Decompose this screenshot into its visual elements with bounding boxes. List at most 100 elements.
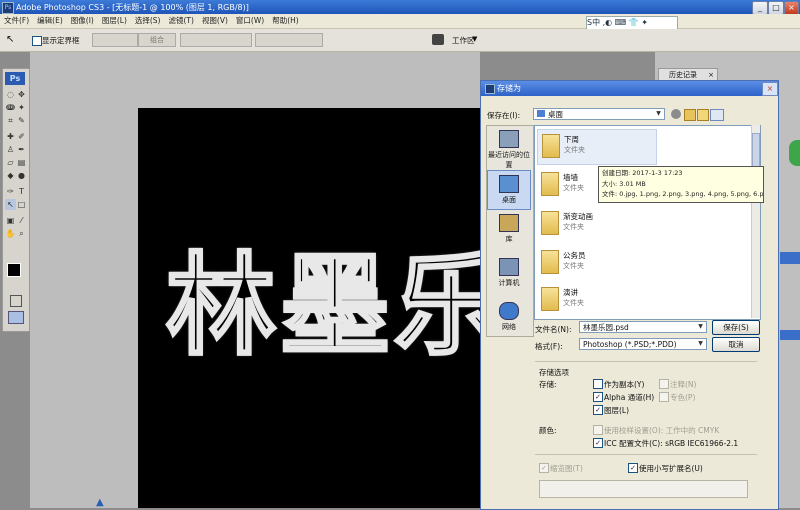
- thumbnail-label: 缩览图(T): [550, 464, 583, 473]
- align-buttons-group[interactable]: [92, 33, 138, 47]
- hand-tool-icon[interactable]: ✋: [5, 228, 16, 239]
- library-icon: [499, 214, 519, 232]
- file-name: 下周: [564, 135, 579, 144]
- menu-edit[interactable]: 编辑(E): [33, 14, 67, 28]
- save-options-title: 存储选项: [539, 368, 569, 377]
- file-type: 文件夹: [563, 223, 584, 231]
- history-brush-icon[interactable]: ✒: [16, 144, 27, 155]
- menu-file[interactable]: 文件(F): [0, 14, 33, 28]
- panel-highlight: [780, 252, 800, 264]
- path-select-icon[interactable]: ↖: [5, 199, 16, 210]
- shape-tool-icon[interactable]: □: [16, 199, 27, 210]
- file-list-scrollbar[interactable]: [751, 125, 760, 318]
- filename-input[interactable]: 林墨乐园.psd ▼: [579, 321, 707, 333]
- canvas-text-layer: 林墨乐园: [165, 241, 481, 372]
- menu-layer[interactable]: 图层(L): [98, 14, 131, 28]
- as-copy-checkbox[interactable]: [593, 379, 603, 389]
- auto-select-checkbox[interactable]: [32, 36, 42, 46]
- distribute-buttons-group[interactable]: [180, 33, 252, 47]
- place-label: 桌面: [502, 196, 516, 204]
- maximize-button[interactable]: □: [768, 1, 784, 15]
- bridge-icon[interactable]: [432, 34, 444, 45]
- menu-window[interactable]: 窗口(W): [232, 14, 268, 28]
- folder-icon: [541, 250, 559, 274]
- green-side-widget[interactable]: [789, 140, 800, 166]
- notes-label: 注释(N): [670, 380, 697, 389]
- up-folder-icon[interactable]: [684, 109, 696, 121]
- group-button[interactable]: 组合: [138, 33, 176, 47]
- place-label: 最近访问的位置: [488, 151, 530, 169]
- proof-checkbox[interactable]: [593, 425, 603, 435]
- spot-checkbox[interactable]: [659, 392, 669, 402]
- spot-label: 专色(P): [670, 393, 696, 402]
- menu-help[interactable]: 帮助(H): [268, 14, 303, 28]
- place-desktop[interactable]: 桌面: [487, 170, 531, 210]
- lasso-tool-icon[interactable]: ↈ: [5, 102, 16, 113]
- list-item[interactable]: 演讲 文件夹: [537, 283, 657, 319]
- layers-checkbox[interactable]: ✓: [593, 405, 603, 415]
- ime-toolbar[interactable]: S中 ,◐ ⌨ 👕 ✦: [586, 16, 678, 30]
- alpha-checkbox[interactable]: ✓: [593, 392, 603, 402]
- eraser-tool-icon[interactable]: ▱: [5, 157, 16, 168]
- brush-tool-icon[interactable]: ✐: [16, 131, 27, 142]
- close-button[interactable]: ×: [784, 1, 799, 15]
- tooltip-files: 文件: 0.jpg, 1.png, 2.png, 3.png, 4.png, 5…: [602, 190, 764, 198]
- tools-panel: Ps ◌ ✥ ↈ ✦ ⌗ ✎ ✚ ✐ ♙ ✒ ▱ ▤ ◆ ● ✑ T ↖ □ ▣…: [2, 68, 30, 332]
- file-name: 公务员: [563, 251, 586, 260]
- stamp-tool-icon[interactable]: ♙: [5, 144, 16, 155]
- file-type: 文件夹: [563, 262, 584, 270]
- format-dropdown[interactable]: Photoshop (*.PSD;*.PDD) ▼: [579, 338, 707, 350]
- save-label: 存储:: [539, 380, 557, 389]
- document-canvas[interactable]: 林墨乐园: [138, 108, 480, 508]
- eyedropper-icon[interactable]: ⁄: [16, 215, 27, 226]
- list-item[interactable]: 公务员 文件夹: [537, 246, 657, 282]
- thumbnail-checkbox[interactable]: ✓: [539, 463, 549, 473]
- back-icon[interactable]: [671, 109, 681, 119]
- slice-tool-icon[interactable]: ✎: [16, 115, 27, 126]
- crop-tool-icon[interactable]: ⌗: [5, 115, 16, 126]
- notes-tool-icon[interactable]: ▣: [5, 215, 16, 226]
- warning-area: [539, 480, 748, 498]
- distribute-buttons-group-2[interactable]: [255, 33, 323, 47]
- icc-checkbox[interactable]: ✓: [593, 438, 603, 448]
- place-recent[interactable]: 最近访问的位置: [487, 130, 531, 170]
- marquee-tool-icon[interactable]: ◌: [5, 89, 16, 100]
- place-computer[interactable]: 计算机: [487, 258, 531, 298]
- zoom-tool-icon[interactable]: ⌕: [16, 228, 27, 239]
- list-item[interactable]: 渐变动画 文件夹: [537, 207, 657, 243]
- place-libraries[interactable]: 库: [487, 214, 531, 254]
- healing-brush-icon[interactable]: ✚: [5, 131, 16, 142]
- view-menu-icon[interactable]: [710, 109, 724, 121]
- move-tool-icon[interactable]: ↖: [6, 34, 14, 45]
- foreground-color-swatch[interactable]: [7, 263, 21, 277]
- screen-mode-icon[interactable]: [8, 311, 24, 324]
- folder-icon: [542, 134, 560, 158]
- menu-image[interactable]: 图像(I): [67, 14, 98, 28]
- dialog-close-button[interactable]: ×: [762, 82, 778, 96]
- list-item[interactable]: 下周 文件夹: [537, 129, 657, 165]
- save-button[interactable]: 保存(S): [712, 320, 760, 335]
- menu-view[interactable]: 视图(V): [198, 14, 232, 28]
- menu-select[interactable]: 选择(S): [131, 14, 165, 28]
- notes-checkbox[interactable]: [659, 379, 669, 389]
- network-icon: [499, 302, 519, 320]
- minimize-button[interactable]: _: [752, 1, 768, 15]
- save-in-dropdown[interactable]: 桌面 ▼: [533, 108, 665, 120]
- place-network[interactable]: 网络: [487, 302, 531, 342]
- magic-wand-icon[interactable]: ✦: [16, 102, 27, 113]
- menu-filter[interactable]: 滤镜(T): [165, 14, 198, 28]
- pen-tool-icon[interactable]: ✑: [5, 186, 16, 197]
- quick-mask-icon[interactable]: [10, 295, 22, 307]
- places-bar: 最近访问的位置 桌面 库 计算机 网络: [486, 125, 534, 337]
- type-tool-icon[interactable]: T: [16, 186, 27, 197]
- lowercase-ext-checkbox[interactable]: ✓: [628, 463, 638, 473]
- gradient-tool-icon[interactable]: ▤: [16, 157, 27, 168]
- move-tool-icon[interactable]: ✥: [16, 89, 27, 100]
- cancel-button[interactable]: 取消: [712, 337, 760, 352]
- place-label: 库: [505, 235, 513, 243]
- file-list[interactable]: 下周 文件夹 墙墙 文件夹 渐变动画 文件夹 公务员 文件夹 演讲 文件夹: [534, 125, 761, 320]
- new-folder-icon[interactable]: [697, 109, 709, 121]
- file-type: 文件夹: [563, 299, 584, 307]
- blur-tool-icon[interactable]: ◆: [5, 170, 16, 181]
- dodge-tool-icon[interactable]: ●: [16, 170, 27, 181]
